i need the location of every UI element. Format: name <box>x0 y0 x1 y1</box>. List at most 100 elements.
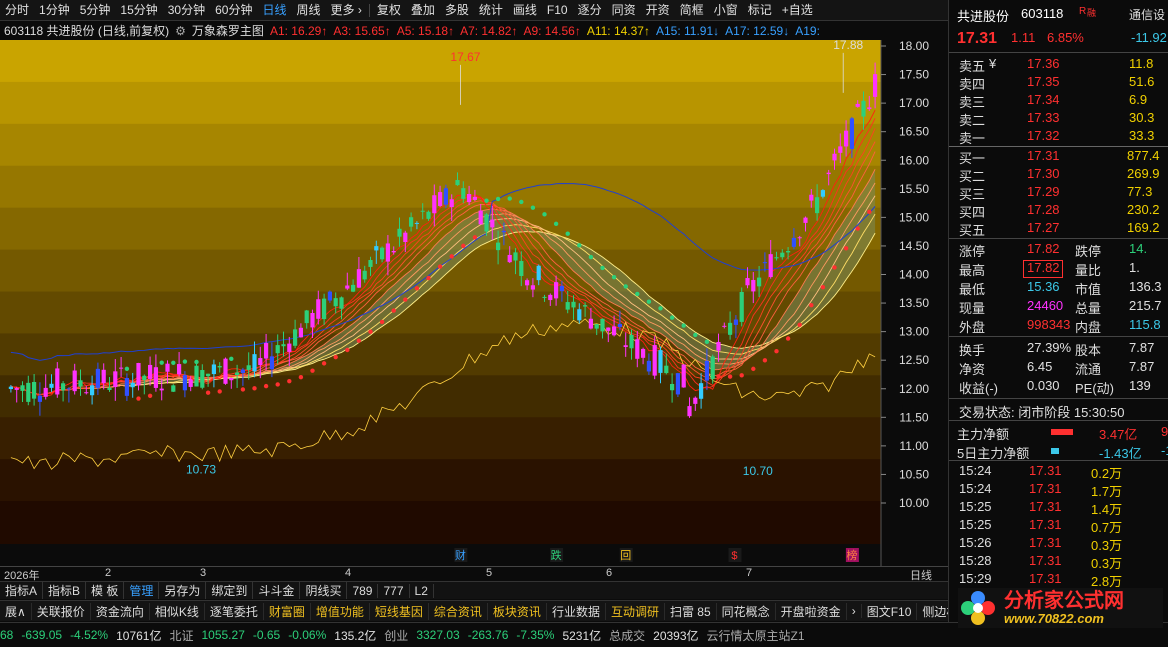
candle-body <box>49 383 54 388</box>
event-marker-3[interactable]: $ <box>731 550 737 562</box>
ma-legend-3: A7: 14.82↑ <box>460 23 518 38</box>
toolbar-item-10[interactable]: 叠加 <box>406 0 440 20</box>
toolbar-item-1[interactable]: 1分钟 <box>34 0 75 20</box>
candle-body <box>496 242 501 251</box>
toolbar-item-12[interactable]: 统计 <box>474 0 508 20</box>
indicator-tab-2[interactable]: 模 板 <box>86 582 125 599</box>
indicator-tab-5[interactable]: 绑定到 <box>206 582 254 599</box>
function-tab-13[interactable]: 同花概念 <box>717 602 776 620</box>
candle-body <box>855 103 860 107</box>
indicator-name[interactable]: 万象森罗主图 <box>192 22 264 39</box>
event-marker-0[interactable]: 财 <box>455 548 466 562</box>
trend-dot <box>356 338 362 343</box>
indicator-tab-6[interactable]: 斗斗金 <box>253 582 301 599</box>
trend-dot <box>658 306 663 311</box>
indicator-tab-10[interactable]: L2 <box>410 583 434 598</box>
function-tab-10[interactable]: 行业数据 <box>547 602 606 620</box>
toolbar-item-8[interactable]: 更多 › <box>326 0 367 20</box>
stat-value-2: 7.87 <box>1129 359 1155 374</box>
function-tab-8[interactable]: 综合资讯 <box>429 602 488 620</box>
toolbar-item-13[interactable]: 画线 <box>508 0 542 20</box>
y-tick-label: 11.00 <box>899 439 928 453</box>
right-tab-0[interactable]: 图文F10 <box>862 602 918 620</box>
candle-body <box>635 339 640 359</box>
y-tick-label: 13.00 <box>899 325 929 339</box>
candle-body <box>8 386 13 390</box>
function-tab-3[interactable]: 相似K线 <box>150 602 205 620</box>
tick-volume: 1.4万 <box>1091 502 1123 517</box>
toolbar-item-21[interactable]: +自选 <box>777 0 818 20</box>
stat-label: 换手 <box>959 343 986 358</box>
toolbar-item-6[interactable]: 日线 <box>257 0 291 20</box>
function-tab-4[interactable]: 逐笔委托 <box>205 602 264 620</box>
trend-dot <box>403 297 408 302</box>
divider <box>949 336 1168 337</box>
candle-body <box>368 260 373 267</box>
chart-band <box>0 501 881 544</box>
trend-dot <box>263 383 269 389</box>
indicator-settings-icon[interactable]: ⚙ <box>175 24 186 38</box>
stat-value: 27.39% <box>1027 340 1072 355</box>
function-tab-14[interactable]: 开盘啦资金 <box>776 602 847 620</box>
indicator-tab-0[interactable]: 指标A <box>0 582 44 599</box>
function-tab-12[interactable]: 扫雷 85 <box>665 602 717 620</box>
function-tab-7[interactable]: 短线基因 <box>370 602 429 620</box>
status-item-10: 3327.03 <box>416 628 460 642</box>
candle-body <box>699 383 704 399</box>
indicator-tab-8[interactable]: 789 <box>347 583 379 598</box>
toolbar-item-15[interactable]: 逐分 <box>573 0 607 20</box>
toolbar-item-0[interactable]: 分时 <box>0 0 34 20</box>
stat-value: 0.030 <box>1027 378 1060 393</box>
tick-row-4: 15:26 17.31 0.3万 <box>949 535 1168 553</box>
indicator-tab-9[interactable]: 777 <box>378 583 410 598</box>
candle-body <box>298 327 303 338</box>
function-tab-6[interactable]: 增值功能 <box>311 602 370 620</box>
toolbar-item-5[interactable]: 60分钟 <box>210 0 257 20</box>
event-marker-4[interactable]: 榜 <box>846 548 857 562</box>
tag-r: R <box>1079 6 1087 17</box>
chart-band <box>0 123 881 167</box>
indicator-tab-1[interactable]: 指标B <box>43 582 87 599</box>
candle-body <box>739 291 744 322</box>
toolbar-item-16[interactable]: 同资 <box>607 0 641 20</box>
toolbar-item-2[interactable]: 5分钟 <box>75 0 116 20</box>
indicator-tab-7[interactable]: 阴线买 <box>300 582 348 599</box>
candle-body <box>119 367 124 369</box>
toolbar-item-4[interactable]: 30分钟 <box>163 0 210 20</box>
candle-body <box>240 369 245 374</box>
function-tab-9[interactable]: 板块资讯 <box>488 602 547 620</box>
candle-body <box>252 354 257 372</box>
x-tick-label: 7 <box>746 567 753 579</box>
stat-label-2: 量比 <box>1075 263 1102 278</box>
candle-body <box>78 380 83 387</box>
function-tab-2[interactable]: 资金流向 <box>91 602 150 620</box>
toolbar-item-19[interactable]: 小窗 <box>709 0 743 20</box>
toolbar-item-17[interactable]: 开资 <box>641 0 675 20</box>
indicator-tab-4[interactable]: 另存为 <box>159 582 207 599</box>
event-marker-1[interactable]: 跌 <box>551 548 562 562</box>
event-marker-2[interactable]: 回 <box>620 549 631 562</box>
candlestick-chart[interactable]: 18.00 17.50 17.00 16.50 16.00 15.50 15.00 14.50… <box>0 40 948 566</box>
function-tab-15[interactable]: › <box>847 604 862 618</box>
indicator-tab-3[interactable]: 管理 <box>124 582 160 599</box>
divider <box>949 146 1168 147</box>
toolbar-item-20[interactable]: 标记 <box>743 0 777 20</box>
candle-body <box>43 387 48 397</box>
toolbar-item-14[interactable]: F10 <box>542 0 573 20</box>
candle-body <box>757 277 762 287</box>
toolbar-item-18[interactable]: 简框 <box>675 0 709 20</box>
trend-dot <box>426 275 431 281</box>
function-tab-11[interactable]: 互动调研 <box>606 602 665 620</box>
flow-value: 3.47亿 <box>1099 427 1138 442</box>
candle-body <box>351 284 356 292</box>
logo-url: www.70822.com <box>1004 611 1104 626</box>
toolbar-item-3[interactable]: 15分钟 <box>115 0 162 20</box>
right-tab-1[interactable]: 侧边栏 <box>917 603 948 620</box>
function-tab-1[interactable]: 关联报价 <box>32 602 91 620</box>
toolbar-item-9[interactable]: 复权 <box>372 0 406 20</box>
toolbar-item-11[interactable]: 多股 <box>440 0 474 20</box>
candle-body <box>565 302 570 310</box>
function-tab-5[interactable]: 财富圈 <box>264 602 311 620</box>
function-tab-0[interactable]: 展∧ <box>0 602 32 620</box>
toolbar-item-7[interactable]: 周线 <box>291 0 325 20</box>
